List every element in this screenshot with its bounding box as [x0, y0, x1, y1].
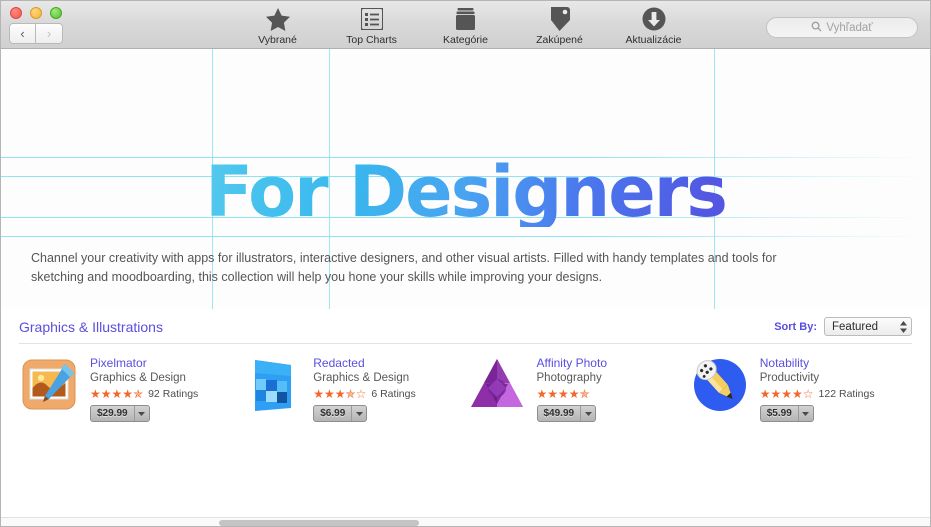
tag-icon [549, 6, 571, 32]
app-item[interactable]: Redacted Graphics & Design ★★★✯☆ 6 Ratin… [242, 354, 465, 422]
app-rating: ★★★★✯ 92 Ratings [90, 386, 198, 401]
app-rating-count: 92 Ratings [148, 387, 199, 400]
toolbar: ‹ › Vybrané Top Charts Kategórie Zakúpen… [1, 1, 930, 49]
app-price: $29.99 [97, 408, 128, 419]
hero-title: For Designers [1, 157, 930, 227]
toolbar-item-label: Kategórie [443, 34, 488, 46]
app-price: $5.99 [766, 408, 792, 419]
app-price: $49.99 [543, 408, 575, 419]
app-store-window: ‹ › Vybrané Top Charts Kategórie Zakúpen… [0, 0, 931, 527]
app-name-link[interactable]: Affinity Photo [537, 356, 608, 371]
app-rating-count: 122 Ratings [818, 387, 875, 400]
toolbar-item-top-charts[interactable]: Top Charts [333, 3, 411, 46]
toolbar-item-label: Top Charts [346, 34, 397, 46]
app-price-button[interactable]: $5.99 [759, 405, 814, 422]
app-name-link[interactable]: Pixelmator [90, 356, 198, 371]
star-rating-icon: ★★★★✯ [90, 386, 144, 401]
sort-by-dropdown[interactable]: Featured [824, 317, 912, 336]
search-input[interactable]: Vyhľadať [766, 17, 918, 38]
sort-by-value: Featured [832, 320, 879, 333]
star-rating-icon: ★★★★✯ [536, 386, 590, 401]
section-title-link[interactable]: Graphics & Illustrations [19, 319, 163, 335]
stepper-arrows-icon [900, 320, 907, 333]
app-info: Affinity Photo Photography ★★★★✯ $49.99 [536, 354, 608, 422]
app-info: Redacted Graphics & Design ★★★✯☆ 6 Ratin… [313, 354, 416, 422]
toolbar-item-purchased[interactable]: Zakúpené [521, 3, 599, 46]
app-item[interactable]: Affinity Photo Photography ★★★★✯ $49.99 [466, 354, 689, 422]
app-category: Graphics & Design [313, 372, 410, 384]
pixelmator-icon [19, 354, 81, 416]
sort-by-label: Sort By: [774, 320, 817, 333]
toolbar-item-categories[interactable]: Kategórie [427, 3, 505, 46]
folder-icon [456, 6, 475, 32]
hero-description: Channel your creativity with apps for il… [31, 251, 777, 284]
app-info: Notability Productivity ★★★★☆ 122 Rating… [759, 354, 875, 422]
app-category: Productivity [759, 372, 820, 384]
chevron-down-icon[interactable] [580, 406, 595, 421]
app-rating: ★★★★☆ 122 Ratings [760, 386, 875, 401]
app-item[interactable]: Notability Productivity ★★★★☆ 122 Rating… [689, 354, 912, 422]
app-price: $6.99 [320, 408, 346, 419]
app-price-button[interactable]: $49.99 [536, 405, 597, 422]
app-rating: ★★★✯☆ 6 Ratings [313, 386, 415, 401]
download-arrow-icon [642, 6, 666, 32]
app-rating-count: 6 Ratings [371, 387, 416, 400]
affinity-photo-icon [466, 354, 528, 416]
grid-line-horizontal [1, 236, 930, 237]
list-icon [360, 6, 383, 32]
app-item[interactable]: Pixelmator Graphics & Design ★★★★✯ 92 Ra… [19, 354, 242, 422]
app-name-link[interactable]: Redacted [313, 356, 415, 371]
star-icon [265, 6, 290, 32]
star-rating-icon: ★★★✯☆ [313, 386, 367, 401]
chevron-down-icon[interactable] [351, 406, 366, 421]
toolbar-item-updates[interactable]: Aktualizácie [615, 3, 693, 46]
app-name-link[interactable]: Notability [760, 356, 875, 371]
redacted-icon [242, 354, 304, 416]
toolbar-item-featured[interactable]: Vybrané [239, 3, 317, 46]
toolbar-item-label: Zakúpené [536, 34, 583, 46]
app-rating: ★★★★✯ [537, 386, 608, 401]
sort-controls: Sort By: Featured [774, 317, 912, 336]
app-category: Photography [536, 372, 602, 384]
hero-banner: For Designers Channel your creativity wi… [1, 49, 930, 309]
app-info: Pixelmator Graphics & Design ★★★★✯ 92 Ra… [90, 354, 198, 422]
horizontal-scrollbar[interactable] [1, 517, 930, 526]
search-placeholder: Vyhľadať [826, 21, 873, 34]
star-rating-icon: ★★★★☆ [759, 386, 814, 401]
graphics-illustrations-section: Graphics & Illustrations Sort By: Featur… [1, 309, 930, 422]
chevron-down-icon[interactable] [133, 406, 149, 421]
app-price-button[interactable]: $6.99 [313, 405, 368, 422]
chevron-down-icon[interactable] [797, 406, 813, 421]
app-price-button[interactable]: $29.99 [90, 405, 150, 422]
search-icon [811, 19, 822, 37]
toolbar-item-label: Vybrané [258, 34, 297, 46]
app-list: Pixelmator Graphics & Design ★★★★✯ 92 Ra… [19, 344, 912, 422]
notability-icon [689, 354, 751, 416]
app-category: Graphics & Design [90, 372, 186, 384]
section-header: Graphics & Illustrations Sort By: Featur… [19, 309, 912, 344]
toolbar-item-label: Aktualizácie [625, 34, 682, 46]
scrollbar-thumb[interactable] [219, 520, 419, 526]
